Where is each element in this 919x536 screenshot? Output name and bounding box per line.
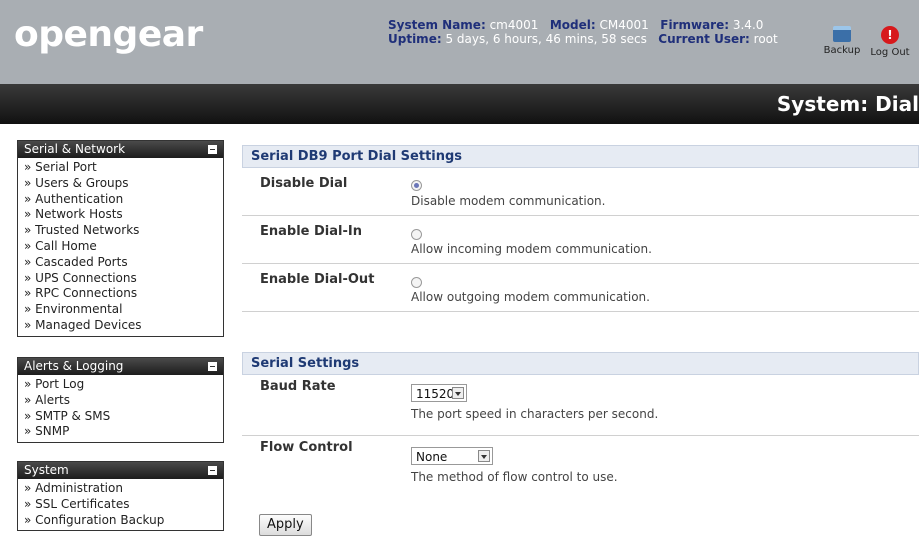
uptime-label: Uptime: [388, 32, 442, 46]
enable-dial-in-radio[interactable] [411, 229, 422, 240]
sidebar-item-network-hosts[interactable]: » Network Hosts [24, 207, 223, 223]
sidebar-item-port-log[interactable]: » Port Log [24, 377, 223, 393]
disable-dial-row: Disable Dial Disable modem communication… [242, 168, 919, 216]
sidebar-item-administration[interactable]: » Administration [24, 481, 223, 497]
current-user-label: Current User: [658, 32, 750, 46]
collapse-icon[interactable] [208, 145, 217, 154]
flow-control-row: Flow Control None The method of flow con… [242, 436, 919, 496]
sidebar-item-call-home[interactable]: » Call Home [24, 239, 223, 255]
serial-settings-header: Serial Settings [242, 352, 919, 375]
enable-dial-out-desc: Allow outgoing modem communication. [411, 290, 650, 304]
sidebar-system: System » Administration » SSL Certificat… [17, 461, 224, 532]
sidebar-item-snmp[interactable]: » SNMP [24, 424, 223, 440]
baud-rate-select[interactable]: 115200 [411, 384, 467, 402]
current-user-value: root [753, 32, 778, 46]
chevron-down-icon [452, 387, 464, 399]
firmware-value: 3.4.0 [732, 18, 764, 32]
sidebar-item-configuration-backup[interactable]: » Configuration Backup [24, 513, 223, 529]
backup-label: Backup [823, 45, 861, 56]
power-icon: ! [881, 26, 899, 44]
opengear-logo[interactable]: opengear [14, 14, 203, 55]
logout-button[interactable]: ! Log Out [868, 26, 912, 58]
model-value: CM4001 [599, 18, 649, 32]
sidebar-serial-network: Serial & Network » Serial Port » Users &… [17, 140, 224, 337]
system-info: System Name: cm4001 Model: CM4001 Firmwa… [388, 18, 778, 46]
disable-dial-label: Disable Dial [260, 176, 348, 191]
baud-rate-label: Baud Rate [260, 379, 336, 394]
flow-control-select[interactable]: None [411, 447, 493, 465]
page-title: System: Dial [776, 92, 919, 116]
enable-dial-out-label: Enable Dial-Out [260, 272, 375, 287]
enable-dial-in-label: Enable Dial-In [260, 224, 362, 239]
sidebar-item-ups-connections[interactable]: » UPS Connections [24, 271, 223, 287]
sidebar-serial-network-header[interactable]: Serial & Network [18, 141, 223, 158]
sidebar-item-authentication[interactable]: » Authentication [24, 192, 223, 208]
enable-dial-in-desc: Allow incoming modem communication. [411, 242, 652, 256]
disable-dial-radio[interactable] [411, 180, 422, 191]
sidebar-item-alerts[interactable]: » Alerts [24, 393, 223, 409]
main-content: Serial DB9 Port Dial Settings Disable Di… [242, 145, 919, 536]
baud-rate-desc: The port speed in characters per second. [411, 407, 659, 421]
backup-button[interactable]: Backup [820, 26, 864, 56]
sidebar-item-ssl-certificates[interactable]: » SSL Certificates [24, 497, 223, 513]
baud-rate-row: Baud Rate 115200 The port speed in chara… [242, 375, 919, 436]
sidebar-alerts-logging: Alerts & Logging » Port Log » Alerts » S… [17, 357, 224, 444]
sidebar-alerts-logging-header[interactable]: Alerts & Logging [18, 358, 223, 375]
sidebar-item-managed-devices[interactable]: » Managed Devices [24, 318, 223, 334]
flow-control-desc: The method of flow control to use. [411, 470, 618, 484]
sidebar-system-header[interactable]: System [18, 462, 223, 479]
sidebar-item-environmental[interactable]: » Environmental [24, 302, 223, 318]
system-name-label: System Name: [388, 18, 486, 32]
system-name-value: cm4001 [489, 18, 539, 32]
sidebar-item-rpc-connections[interactable]: » RPC Connections [24, 286, 223, 302]
sidebar-section-title: Serial & Network [24, 142, 126, 156]
sidebar-item-users-groups[interactable]: » Users & Groups [24, 176, 223, 192]
sidebar-section-title: System [24, 463, 69, 477]
sidebar-section-title: Alerts & Logging [24, 359, 124, 373]
flow-control-value: None [416, 450, 448, 464]
dial-settings-header: Serial DB9 Port Dial Settings [242, 145, 919, 168]
collapse-icon[interactable] [208, 362, 217, 371]
header: opengear System Name: cm4001 Model: CM40… [0, 0, 919, 84]
title-bar: System: Dial [0, 84, 919, 124]
firmware-label: Firmware: [660, 18, 730, 32]
sidebar-item-smtp-sms[interactable]: » SMTP & SMS [24, 409, 223, 425]
flow-control-label: Flow Control [260, 440, 353, 455]
sidebar-item-cascaded-ports[interactable]: » Cascaded Ports [24, 255, 223, 271]
uptime-value: 5 days, 6 hours, 46 mins, 58 secs [445, 32, 647, 46]
logout-label: Log Out [870, 47, 910, 58]
chevron-down-icon [478, 450, 490, 462]
backup-icon [833, 26, 851, 42]
enable-dial-in-row: Enable Dial-In Allow incoming modem comm… [242, 216, 919, 264]
sidebar-item-trusted-networks[interactable]: » Trusted Networks [24, 223, 223, 239]
sidebar-item-serial-port[interactable]: » Serial Port [24, 160, 223, 176]
model-label: Model: [549, 18, 596, 32]
enable-dial-out-radio[interactable] [411, 277, 422, 288]
enable-dial-out-row: Enable Dial-Out Allow outgoing modem com… [242, 264, 919, 312]
collapse-icon[interactable] [208, 466, 217, 475]
disable-dial-desc: Disable modem communication. [411, 194, 606, 208]
